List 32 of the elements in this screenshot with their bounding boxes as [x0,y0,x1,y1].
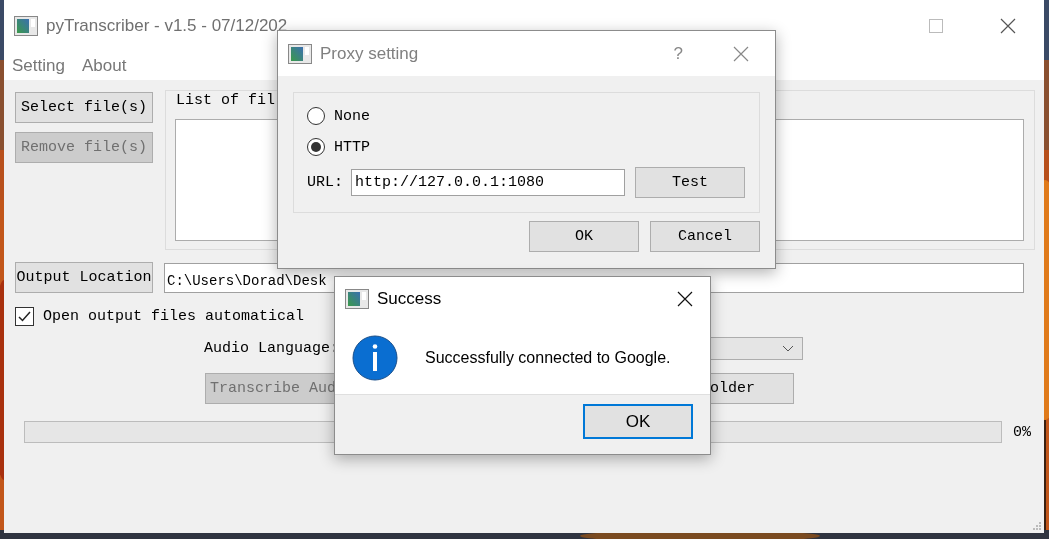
radio-label: None [334,107,370,125]
app-icon [345,289,369,309]
window-title: pyTranscriber - v1.5 - 07/12/202 [46,16,288,36]
radio-button[interactable] [307,138,325,156]
info-icon [352,334,398,381]
checkbox-label: Open output files automatical [43,308,305,325]
group-title: List of fil [176,91,276,111]
dialog-button[interactable]: Cancel [650,221,760,252]
url-label: URL: [307,174,343,191]
app-icon [288,43,312,64]
message-text: Successfully connected to Google. [425,348,671,367]
dialog-title: Proxy setting [320,43,419,64]
resize-grip-icon[interactable] [1032,521,1042,531]
dialog-button[interactable]: OK [529,221,639,252]
app-icon [14,16,38,36]
chevron-down-icon [782,345,795,352]
radio-label: HTTP [334,138,370,156]
output-location-button[interactable]: Output Location [15,262,153,293]
test-button[interactable]: Test [635,167,745,198]
url-field[interactable]: http://127.0.0.1:1080 [351,169,625,196]
close-icon[interactable] [677,291,693,307]
checkbox[interactable] [15,307,34,326]
menu-item[interactable]: About [81,56,127,76]
menu-item[interactable]: Setting [12,56,65,76]
ok-button[interactable]: OK [583,404,693,439]
radio-button[interactable] [307,107,325,125]
progress-reading: 0% [1013,423,1031,441]
help-button[interactable]: ? [673,43,683,64]
dialog-title: Success [377,289,442,309]
select-files-button[interactable]: Select file(s) [15,92,153,123]
close-icon[interactable] [1000,18,1016,34]
audio-language-label: Audio Language: [204,340,340,357]
